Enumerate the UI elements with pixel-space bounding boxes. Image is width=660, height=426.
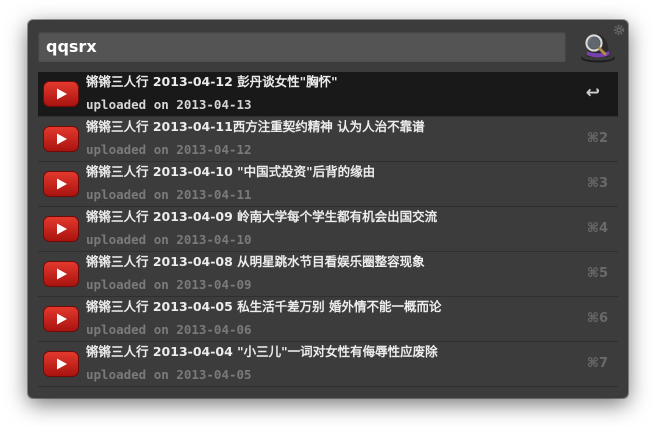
result-subtitle: uploaded on 2013-04-05 (86, 367, 252, 382)
result-shortcut: ⌘5 (586, 266, 608, 281)
youtube-play-icon (43, 171, 79, 197)
result-row[interactable]: 锵锵三人行 2013-04-12 彭丹谈女性"胸怀" uploaded on 2… (38, 72, 618, 117)
result-title: 锵锵三人行 2013-04-08 从明星跳水节目看娱乐圈整容现象 (86, 254, 425, 269)
youtube-play-icon (43, 351, 79, 377)
youtube-play-icon (43, 81, 79, 107)
search-bar[interactable] (38, 31, 566, 62)
result-subtitle: uploaded on 2013-04-13 (86, 97, 252, 112)
result-subtitle: uploaded on 2013-04-11 (86, 187, 252, 202)
result-subtitle: uploaded on 2013-04-09 (86, 277, 252, 292)
result-row[interactable]: 锵锵三人行 2013-04-08 从明星跳水节目看娱乐圈整容现象 uploade… (38, 252, 618, 297)
result-row[interactable]: 锵锵三人行 2013-04-09 岭南大学每个学生都有机会出国交流 upload… (38, 207, 618, 252)
result-title: 锵锵三人行 2013-04-11西方注重契约精神 认为人治不靠谱 (86, 119, 425, 134)
result-row[interactable]: 锵锵三人行 2013-04-04 "小三儿"一词对女性有侮辱性应废除 uploa… (38, 342, 618, 387)
gear-icon[interactable] (613, 24, 625, 36)
launcher-window: 锵锵三人行 2013-04-12 彭丹谈女性"胸怀" uploaded on 2… (28, 20, 628, 398)
result-row[interactable]: 锵锵三人行 2013-04-10 "中国式投资"后背的缘由 uploaded o… (38, 162, 618, 207)
result-title: 锵锵三人行 2013-04-09 岭南大学每个学生都有机会出国交流 (86, 209, 438, 224)
result-subtitle: uploaded on 2013-04-10 (86, 232, 252, 247)
result-title: 锵锵三人行 2013-04-12 彭丹谈女性"胸怀" (86, 74, 338, 89)
youtube-play-icon (43, 216, 79, 242)
result-subtitle: uploaded on 2013-04-06 (86, 322, 252, 337)
result-shortcut: ⌘6 (586, 311, 608, 326)
result-title: 锵锵三人行 2013-04-05 私生活千差万别 婚外情不能一概而论 (86, 299, 442, 314)
result-shortcut: ⌘2 (586, 131, 608, 146)
result-shortcut: ⌘4 (586, 221, 608, 236)
result-title: 锵锵三人行 2013-04-04 "小三儿"一词对女性有侮辱性应废除 (86, 344, 438, 359)
youtube-play-icon (43, 126, 79, 152)
search-input[interactable] (38, 31, 566, 62)
result-title: 锵锵三人行 2013-04-10 "中国式投资"后背的缘由 (86, 164, 376, 179)
result-shortcut: ↩ (585, 83, 600, 103)
result-subtitle: uploaded on 2013-04-12 (86, 142, 252, 157)
result-row[interactable]: 锵锵三人行 2013-04-11西方注重契约精神 认为人治不靠谱 uploade… (38, 117, 618, 162)
youtube-play-icon (43, 261, 79, 287)
result-row[interactable]: 锵锵三人行 2013-04-05 私生活千差万别 婚外情不能一概而论 uploa… (38, 297, 618, 342)
youtube-play-icon (43, 306, 79, 332)
result-shortcut: ⌘7 (586, 356, 608, 371)
results-list: 锵锵三人行 2013-04-12 彭丹谈女性"胸怀" uploaded on 2… (38, 72, 618, 387)
result-shortcut: ⌘3 (586, 176, 608, 191)
